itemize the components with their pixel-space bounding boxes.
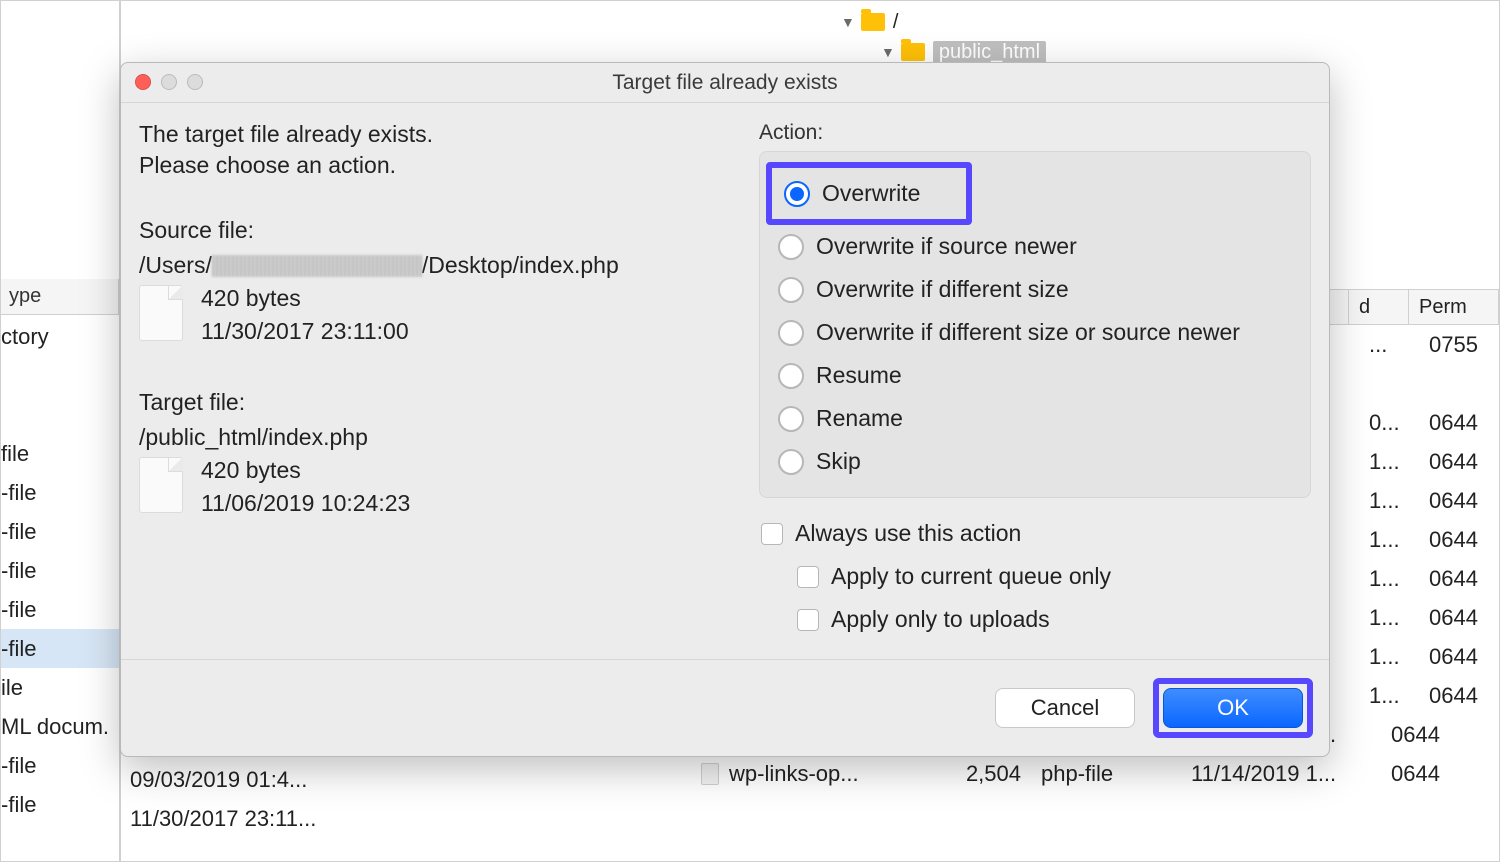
action-group: Overwrite Overwrite if source newer Over…: [759, 151, 1311, 498]
overwrite-dialog: Target file already exists The target fi…: [120, 62, 1330, 757]
target-file-date: 11/06/2019 10:24:23: [201, 490, 410, 517]
bg-left-rows: ctory file -file -file -file -file -file…: [1, 315, 119, 824]
bg-left-row[interactable]: -file: [1, 785, 36, 824]
bg-left-row[interactable]: file: [1, 434, 29, 473]
source-file-label: Source file:: [139, 217, 739, 244]
radio-icon[interactable]: [778, 406, 804, 432]
cancel-button[interactable]: Cancel: [995, 688, 1135, 728]
radio-label: Overwrite if different size: [816, 276, 1069, 303]
bg-left-row[interactable]: -file: [1, 590, 36, 629]
radio-label: Skip: [816, 448, 861, 475]
bg-left-row[interactable]: ctory: [1, 317, 49, 356]
checkbox-label: Always use this action: [795, 520, 1021, 547]
action-rename[interactable]: Rename: [772, 397, 1298, 440]
dialog-message: The target file already exists.: [139, 121, 739, 148]
bg-left-row[interactable]: ML docum.: [1, 707, 109, 746]
table-row[interactable]: wp-links-op... 2,504 php-file 11/14/2019…: [121, 754, 1499, 793]
bg-left-panel: ype ctory file -file -file -file -file -…: [0, 0, 120, 862]
radio-label: Overwrite if different size or source ne…: [816, 319, 1240, 346]
chevron-down-icon: ▼: [881, 44, 895, 60]
radio-icon[interactable]: [784, 181, 810, 207]
dialog-title: Target file already exists: [612, 71, 837, 95]
checkbox-label: Apply only to uploads: [831, 606, 1050, 633]
tree-child-label: public_html: [933, 41, 1046, 64]
chevron-down-icon: ▼: [841, 14, 855, 30]
file-icon: [139, 457, 183, 513]
apply-current-queue[interactable]: Apply to current queue only: [759, 555, 1311, 598]
checkbox-icon[interactable]: [797, 609, 819, 631]
redacted-text: [212, 255, 422, 277]
source-file-size: 420 bytes: [201, 285, 409, 312]
file-icon: [139, 285, 183, 341]
radio-icon[interactable]: [778, 363, 804, 389]
annotation-highlight: Overwrite: [766, 162, 972, 225]
folder-icon: [901, 43, 925, 61]
action-overwrite[interactable]: Overwrite: [778, 172, 926, 215]
folder-icon: [861, 13, 885, 31]
radio-label: Resume: [816, 362, 902, 389]
checkbox-icon[interactable]: [761, 523, 783, 545]
dialog-footer: Cancel OK: [121, 660, 1329, 756]
apply-only-uploads[interactable]: Apply only to uploads: [759, 598, 1311, 641]
action-overwrite-size-or-newer[interactable]: Overwrite if different size or source ne…: [772, 311, 1298, 354]
bg-left-row[interactable]: -file: [1, 473, 36, 512]
bg-col-d[interactable]: d: [1349, 290, 1409, 324]
bg-col-perm[interactable]: Perm: [1409, 290, 1499, 324]
source-file-date: 11/30/2017 23:11:00: [201, 318, 409, 345]
dialog-message: Please choose an action.: [139, 152, 739, 179]
bg-left-header: ype: [1, 279, 119, 315]
radio-icon[interactable]: [778, 234, 804, 260]
ok-button[interactable]: OK: [1163, 688, 1303, 728]
bg-left-row[interactable]: -file: [1, 746, 36, 785]
tree-root[interactable]: ▼ /: [121, 7, 1499, 37]
radio-icon[interactable]: [778, 449, 804, 475]
checkbox-icon[interactable]: [797, 566, 819, 588]
tree-root-label: /: [893, 11, 899, 34]
action-skip[interactable]: Skip: [772, 440, 1298, 483]
always-use-action[interactable]: Always use this action: [759, 512, 1311, 555]
bg-left-date: 09/03/2019 01:4...: [130, 760, 316, 799]
dialog-titlebar: Target file already exists: [121, 63, 1329, 103]
bg-left-row[interactable]: -file: [1, 512, 36, 551]
close-icon[interactable]: [135, 74, 151, 90]
bg-left-row[interactable]: -file: [1, 551, 36, 590]
action-label: Action:: [759, 121, 1311, 145]
action-resume[interactable]: Resume: [772, 354, 1298, 397]
annotation-highlight: OK: [1153, 678, 1313, 738]
radio-label: Rename: [816, 405, 903, 432]
action-overwrite-newer[interactable]: Overwrite if source newer: [772, 225, 1298, 268]
target-file-label: Target file:: [139, 389, 739, 416]
bg-left-row[interactable]: -file: [1, 629, 36, 668]
target-file-size: 420 bytes: [201, 457, 410, 484]
source-file-path: /Users//Desktop/index.php: [139, 252, 739, 279]
checkbox-label: Apply to current queue only: [831, 563, 1111, 590]
file-icon: [701, 763, 719, 785]
minimize-icon: [161, 74, 177, 90]
dialog-info-panel: The target file already exists. Please c…: [139, 121, 739, 645]
bg-left-row[interactable]: ile: [1, 668, 23, 707]
bg-left-date: 11/30/2017 23:11...: [130, 799, 316, 838]
radio-label: Overwrite: [822, 180, 920, 207]
radio-icon[interactable]: [778, 277, 804, 303]
radio-label: Overwrite if source newer: [816, 233, 1077, 260]
action-overwrite-size[interactable]: Overwrite if different size: [772, 268, 1298, 311]
target-file-path: /public_html/index.php: [139, 424, 739, 451]
radio-icon[interactable]: [778, 320, 804, 346]
maximize-icon: [187, 74, 203, 90]
bg-left-col-type[interactable]: ype: [1, 279, 119, 314]
